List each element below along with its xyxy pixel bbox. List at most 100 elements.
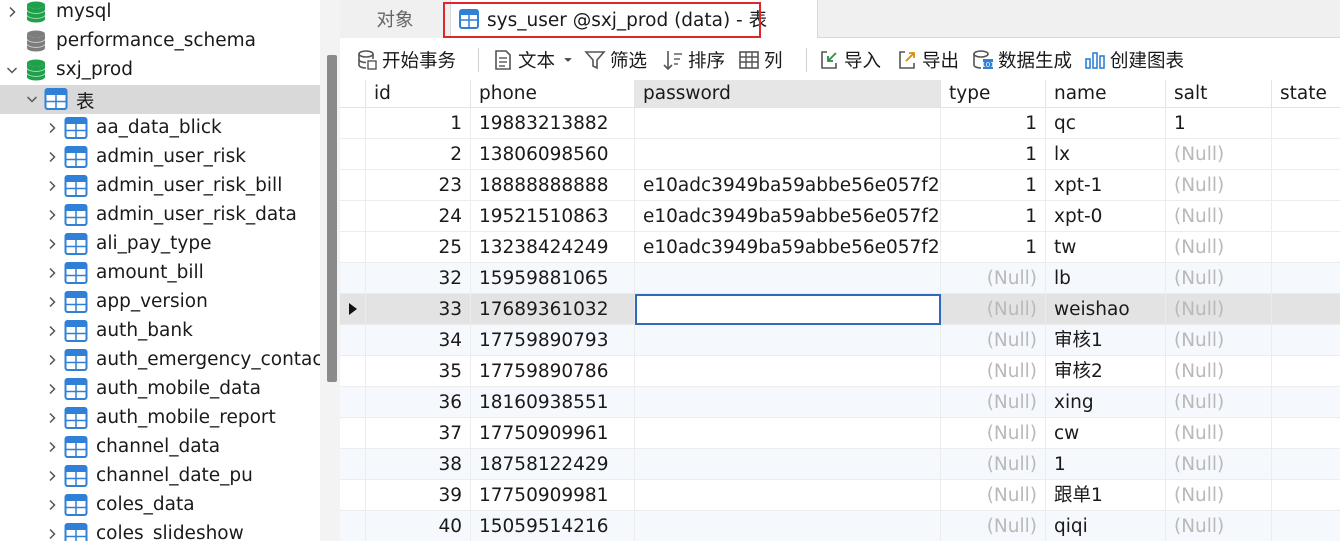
chevron-right-icon[interactable] xyxy=(44,497,60,513)
chevron-right-icon[interactable] xyxy=(44,468,60,484)
cell-name[interactable]: xpt-1 xyxy=(1046,170,1166,201)
cell-phone[interactable]: 17750909961 xyxy=(471,418,635,449)
cell-id[interactable]: 35 xyxy=(366,356,471,387)
tab-sys-user-data[interactable]: sys_user @sxj_prod (data) - 表 xyxy=(450,0,818,38)
table-row[interactable]: 40 15059514216 (Null) qiqi (Null) xyxy=(340,511,1340,541)
table-row[interactable]: 36 18160938551 (Null) xing (Null) xyxy=(340,387,1340,418)
cell-phone[interactable]: 15059514216 xyxy=(471,511,635,541)
row-selector[interactable] xyxy=(340,108,366,139)
cell-salt[interactable]: (Null) xyxy=(1166,294,1272,325)
cell-phone[interactable]: 15959881065 xyxy=(471,263,635,294)
cell-type[interactable]: (Null) xyxy=(941,263,1046,294)
cell-state[interactable] xyxy=(1272,480,1340,511)
cell-type[interactable]: (Null) xyxy=(941,449,1046,480)
column-header-type[interactable]: type xyxy=(941,80,1046,108)
cell-id[interactable]: 39 xyxy=(366,480,471,511)
columns-button[interactable]: 列 xyxy=(738,46,783,74)
cell-phone[interactable]: 18758122429 xyxy=(471,449,635,480)
cell-name[interactable]: qiqi xyxy=(1046,511,1166,541)
cell-state[interactable] xyxy=(1272,108,1340,139)
tree-item-table-ali-pay-type[interactable]: ali_pay_type xyxy=(0,230,320,259)
cell-state[interactable] xyxy=(1272,387,1340,418)
cell-name[interactable]: 审核2 xyxy=(1046,356,1166,387)
cell-id[interactable]: 36 xyxy=(366,387,471,418)
chevron-right-icon[interactable] xyxy=(44,294,60,310)
cell-password[interactable] xyxy=(635,418,941,449)
table-row[interactable]: 38 18758122429 (Null) 1 (Null) xyxy=(340,449,1340,480)
data-generation-button[interactable]: 101 数据生成 xyxy=(972,46,1072,74)
chevron-right-icon[interactable] xyxy=(44,381,60,397)
row-selector[interactable] xyxy=(340,263,366,294)
row-selector[interactable] xyxy=(340,356,366,387)
table-row[interactable]: 1 19883213882 1 qc 1 xyxy=(340,108,1340,139)
cell-state[interactable] xyxy=(1272,263,1340,294)
cell-phone[interactable]: 19883213882 xyxy=(471,108,635,139)
cell-state[interactable] xyxy=(1272,201,1340,232)
cell-id[interactable]: 25 xyxy=(366,232,471,263)
tree-item-table-channel-data[interactable]: channel_data xyxy=(0,433,320,462)
text-view-button[interactable]: 文本 xyxy=(492,46,579,74)
cell-name[interactable]: cw xyxy=(1046,418,1166,449)
chevron-right-icon[interactable] xyxy=(44,352,60,368)
cell-password[interactable] xyxy=(635,108,941,139)
cell-password[interactable] xyxy=(635,387,941,418)
tree-item-table-coles-data[interactable]: coles_data xyxy=(0,491,320,520)
cell-phone[interactable]: 17759890793 xyxy=(471,325,635,356)
tree-item-table-admin-user-risk[interactable]: admin_user_risk xyxy=(0,143,320,172)
cell-name[interactable]: lb xyxy=(1046,263,1166,294)
cell-id[interactable]: 23 xyxy=(366,170,471,201)
sort-button[interactable]: 排序 xyxy=(662,46,725,74)
tree-item-table-auth-mobile-report[interactable]: auth_mobile_report xyxy=(0,404,320,433)
cell-password[interactable] xyxy=(635,139,941,170)
cell-phone[interactable]: 17750909981 xyxy=(471,480,635,511)
row-selector[interactable] xyxy=(340,139,366,170)
cell-salt[interactable]: (Null) xyxy=(1166,356,1272,387)
cell-state[interactable] xyxy=(1272,449,1340,480)
cell-salt[interactable]: (Null) xyxy=(1166,263,1272,294)
cell-type[interactable]: (Null) xyxy=(941,418,1046,449)
row-selector[interactable] xyxy=(340,201,366,232)
cell-id[interactable]: 1 xyxy=(366,108,471,139)
cell-name[interactable]: qc xyxy=(1046,108,1166,139)
cell-phone[interactable]: 18888888888 xyxy=(471,170,635,201)
chevron-right-icon[interactable] xyxy=(44,207,60,223)
row-selector[interactable] xyxy=(340,511,366,541)
cell-type[interactable]: 1 xyxy=(941,232,1046,263)
cell-state[interactable] xyxy=(1272,170,1340,201)
cell-phone[interactable]: 17689361032 xyxy=(471,294,635,325)
chevron-right-icon[interactable] xyxy=(44,149,60,165)
cell-salt[interactable]: (Null) xyxy=(1166,325,1272,356)
cell-salt[interactable]: (Null) xyxy=(1166,232,1272,263)
column-header-state[interactable]: state xyxy=(1272,80,1340,108)
row-selector[interactable] xyxy=(340,449,366,480)
cell-name[interactable]: 1 xyxy=(1046,449,1166,480)
cell-type[interactable]: (Null) xyxy=(941,480,1046,511)
row-selector[interactable] xyxy=(340,387,366,418)
cell-salt[interactable]: 1 xyxy=(1166,108,1272,139)
cell-id[interactable]: 38 xyxy=(366,449,471,480)
table-row[interactable]: 39 17750909981 (Null) 跟单1 (Null) xyxy=(340,480,1340,511)
cell-state[interactable] xyxy=(1272,294,1340,325)
cell-state[interactable] xyxy=(1272,325,1340,356)
chevron-down-icon[interactable] xyxy=(4,62,20,78)
chevron-down-icon[interactable] xyxy=(24,91,40,107)
cell-password[interactable]: e10adc3949ba59abbe56e057f20 xyxy=(635,201,941,232)
cell-password[interactable] xyxy=(635,480,941,511)
column-header-password[interactable]: password xyxy=(635,80,941,108)
cell-state[interactable] xyxy=(1272,418,1340,449)
chevron-right-icon[interactable] xyxy=(44,323,60,339)
tree-item-table-app-version[interactable]: app_version xyxy=(0,288,320,317)
current-row-indicator[interactable] xyxy=(340,294,366,325)
chevron-right-icon[interactable] xyxy=(44,236,60,252)
cell-password[interactable] xyxy=(635,449,941,480)
cell-salt[interactable]: (Null) xyxy=(1166,201,1272,232)
cell-id[interactable]: 34 xyxy=(366,325,471,356)
export-button[interactable]: 导出 xyxy=(896,46,959,74)
cell-password[interactable]: e10adc3949ba59abbe56e057f20 xyxy=(635,232,941,263)
cell-name[interactable]: tw xyxy=(1046,232,1166,263)
cell-password[interactable] xyxy=(635,511,941,541)
cell-type[interactable]: (Null) xyxy=(941,387,1046,418)
chevron-right-icon[interactable] xyxy=(44,410,60,426)
tree-item-table-channel-date-pu[interactable]: channel_date_pu xyxy=(0,462,320,491)
cell-phone[interactable]: 18160938551 xyxy=(471,387,635,418)
